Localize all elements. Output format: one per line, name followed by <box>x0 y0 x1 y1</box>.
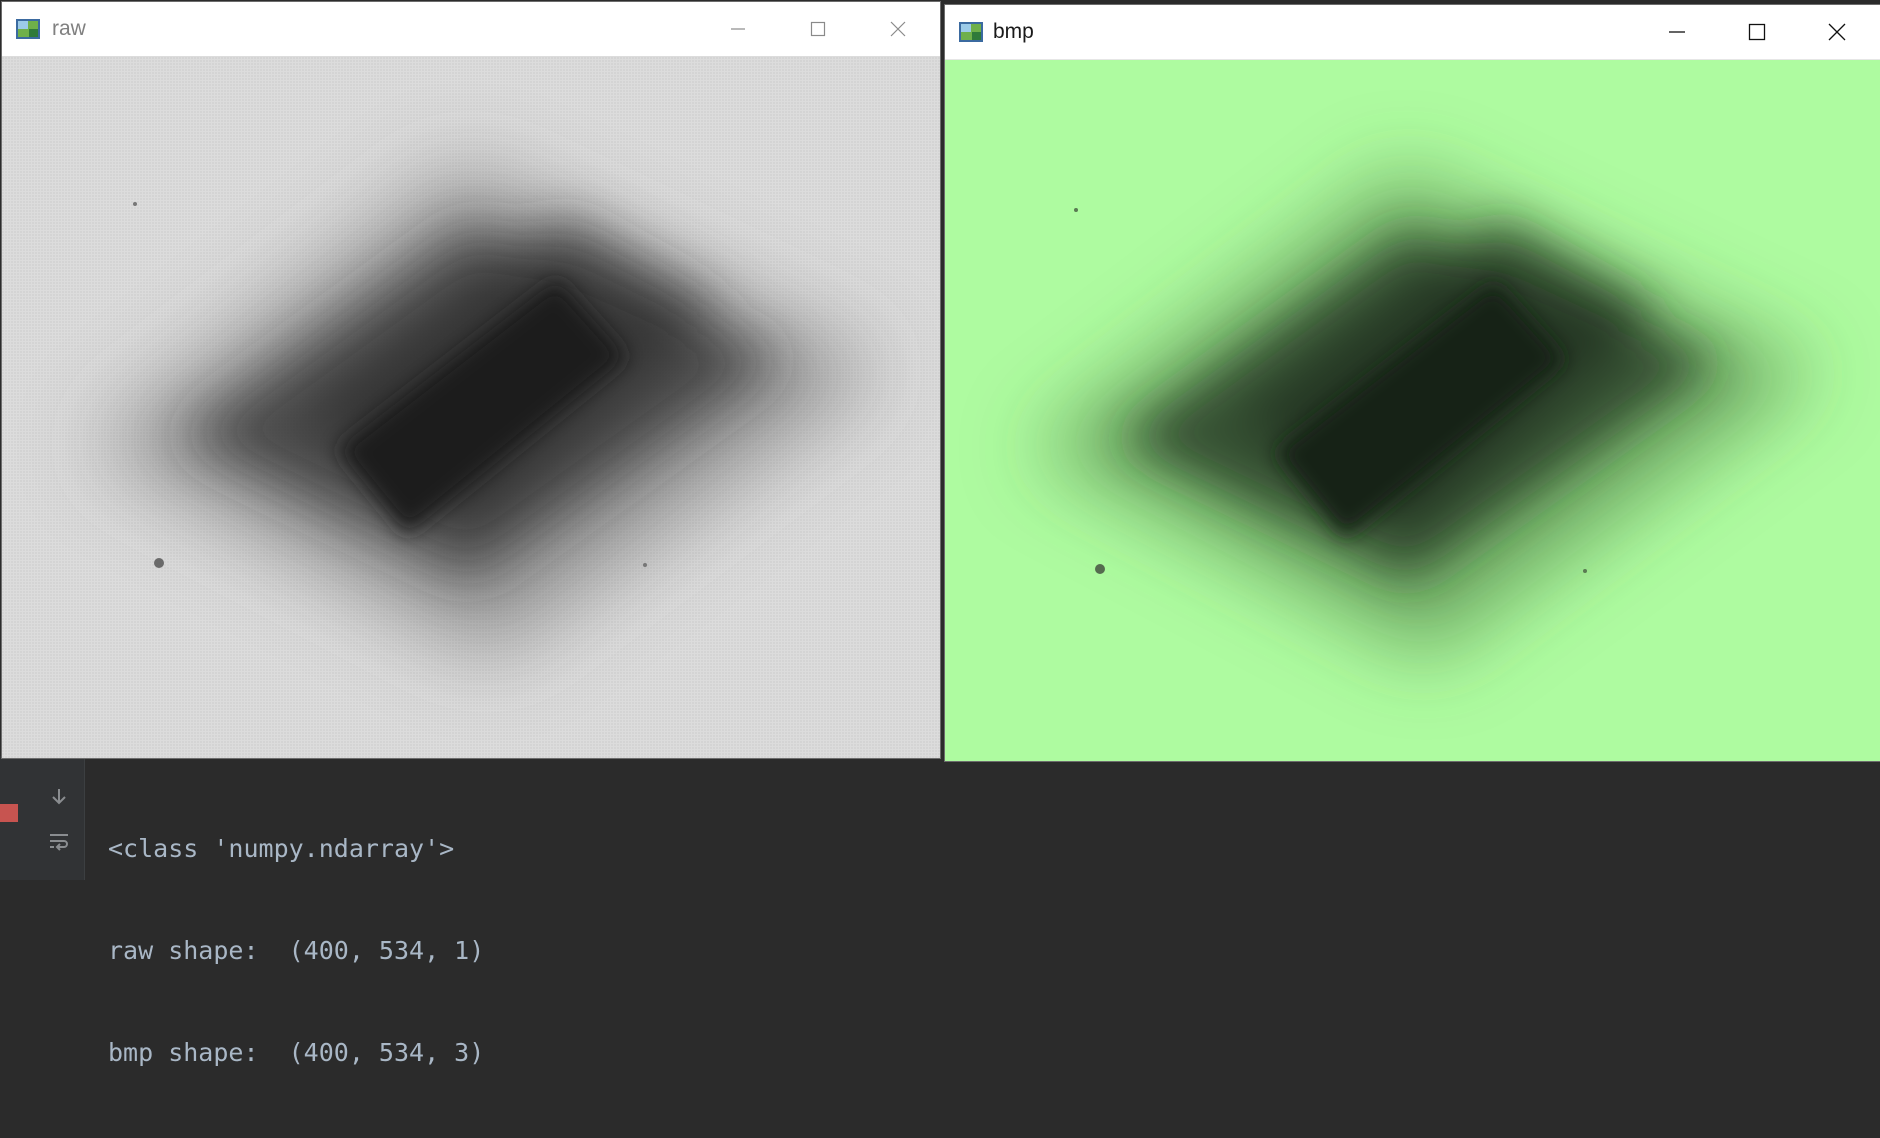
bmp-image-content <box>1030 170 1820 660</box>
console-line: <class 'numpy.ndarray'> <box>108 834 455 863</box>
console-output: <class 'numpy.ndarray'> raw shape: (400,… <box>108 764 484 1138</box>
bmp-image-view[interactable] <box>945 60 1880 761</box>
close-icon <box>1828 23 1846 41</box>
close-icon <box>890 21 906 37</box>
window-title: raw <box>52 17 86 40</box>
run-console: <class 'numpy.ndarray'> raw shape: (400,… <box>0 756 1880 1067</box>
console-line: raw shape: (400, 534, 1) <box>108 936 485 965</box>
window-title: bmp <box>993 20 1034 43</box>
maximize-icon <box>1748 23 1766 41</box>
soft-wrap-icon[interactable] <box>48 830 70 852</box>
raw-image <box>2 57 940 758</box>
close-button[interactable] <box>868 2 928 56</box>
raw-image-view[interactable] <box>2 57 940 758</box>
maximize-icon <box>810 21 826 37</box>
minimize-icon <box>1669 31 1685 33</box>
minimize-icon <box>731 28 745 30</box>
console-line: bmp shape: (400, 534, 3) <box>108 1038 485 1067</box>
maximize-button[interactable] <box>788 2 848 56</box>
raw-window-titlebar[interactable]: raw <box>2 2 940 57</box>
stop-icon[interactable] <box>0 804 18 822</box>
console-toolbar <box>0 756 85 880</box>
opencv-window-icon <box>959 22 983 42</box>
bmp-image <box>945 60 1880 761</box>
maximize-button[interactable] <box>1727 5 1787 59</box>
bmp-window-titlebar[interactable]: bmp <box>945 5 1880 60</box>
minimize-button[interactable] <box>1647 5 1707 59</box>
raw-image-content <box>92 167 882 657</box>
raw-window[interactable]: raw <box>2 2 940 758</box>
opencv-window-icon <box>16 19 40 39</box>
close-button[interactable] <box>1807 5 1867 59</box>
minimize-button[interactable] <box>708 2 768 56</box>
arrow-down-icon[interactable] <box>48 786 70 808</box>
bmp-window[interactable]: bmp <box>945 5 1880 761</box>
